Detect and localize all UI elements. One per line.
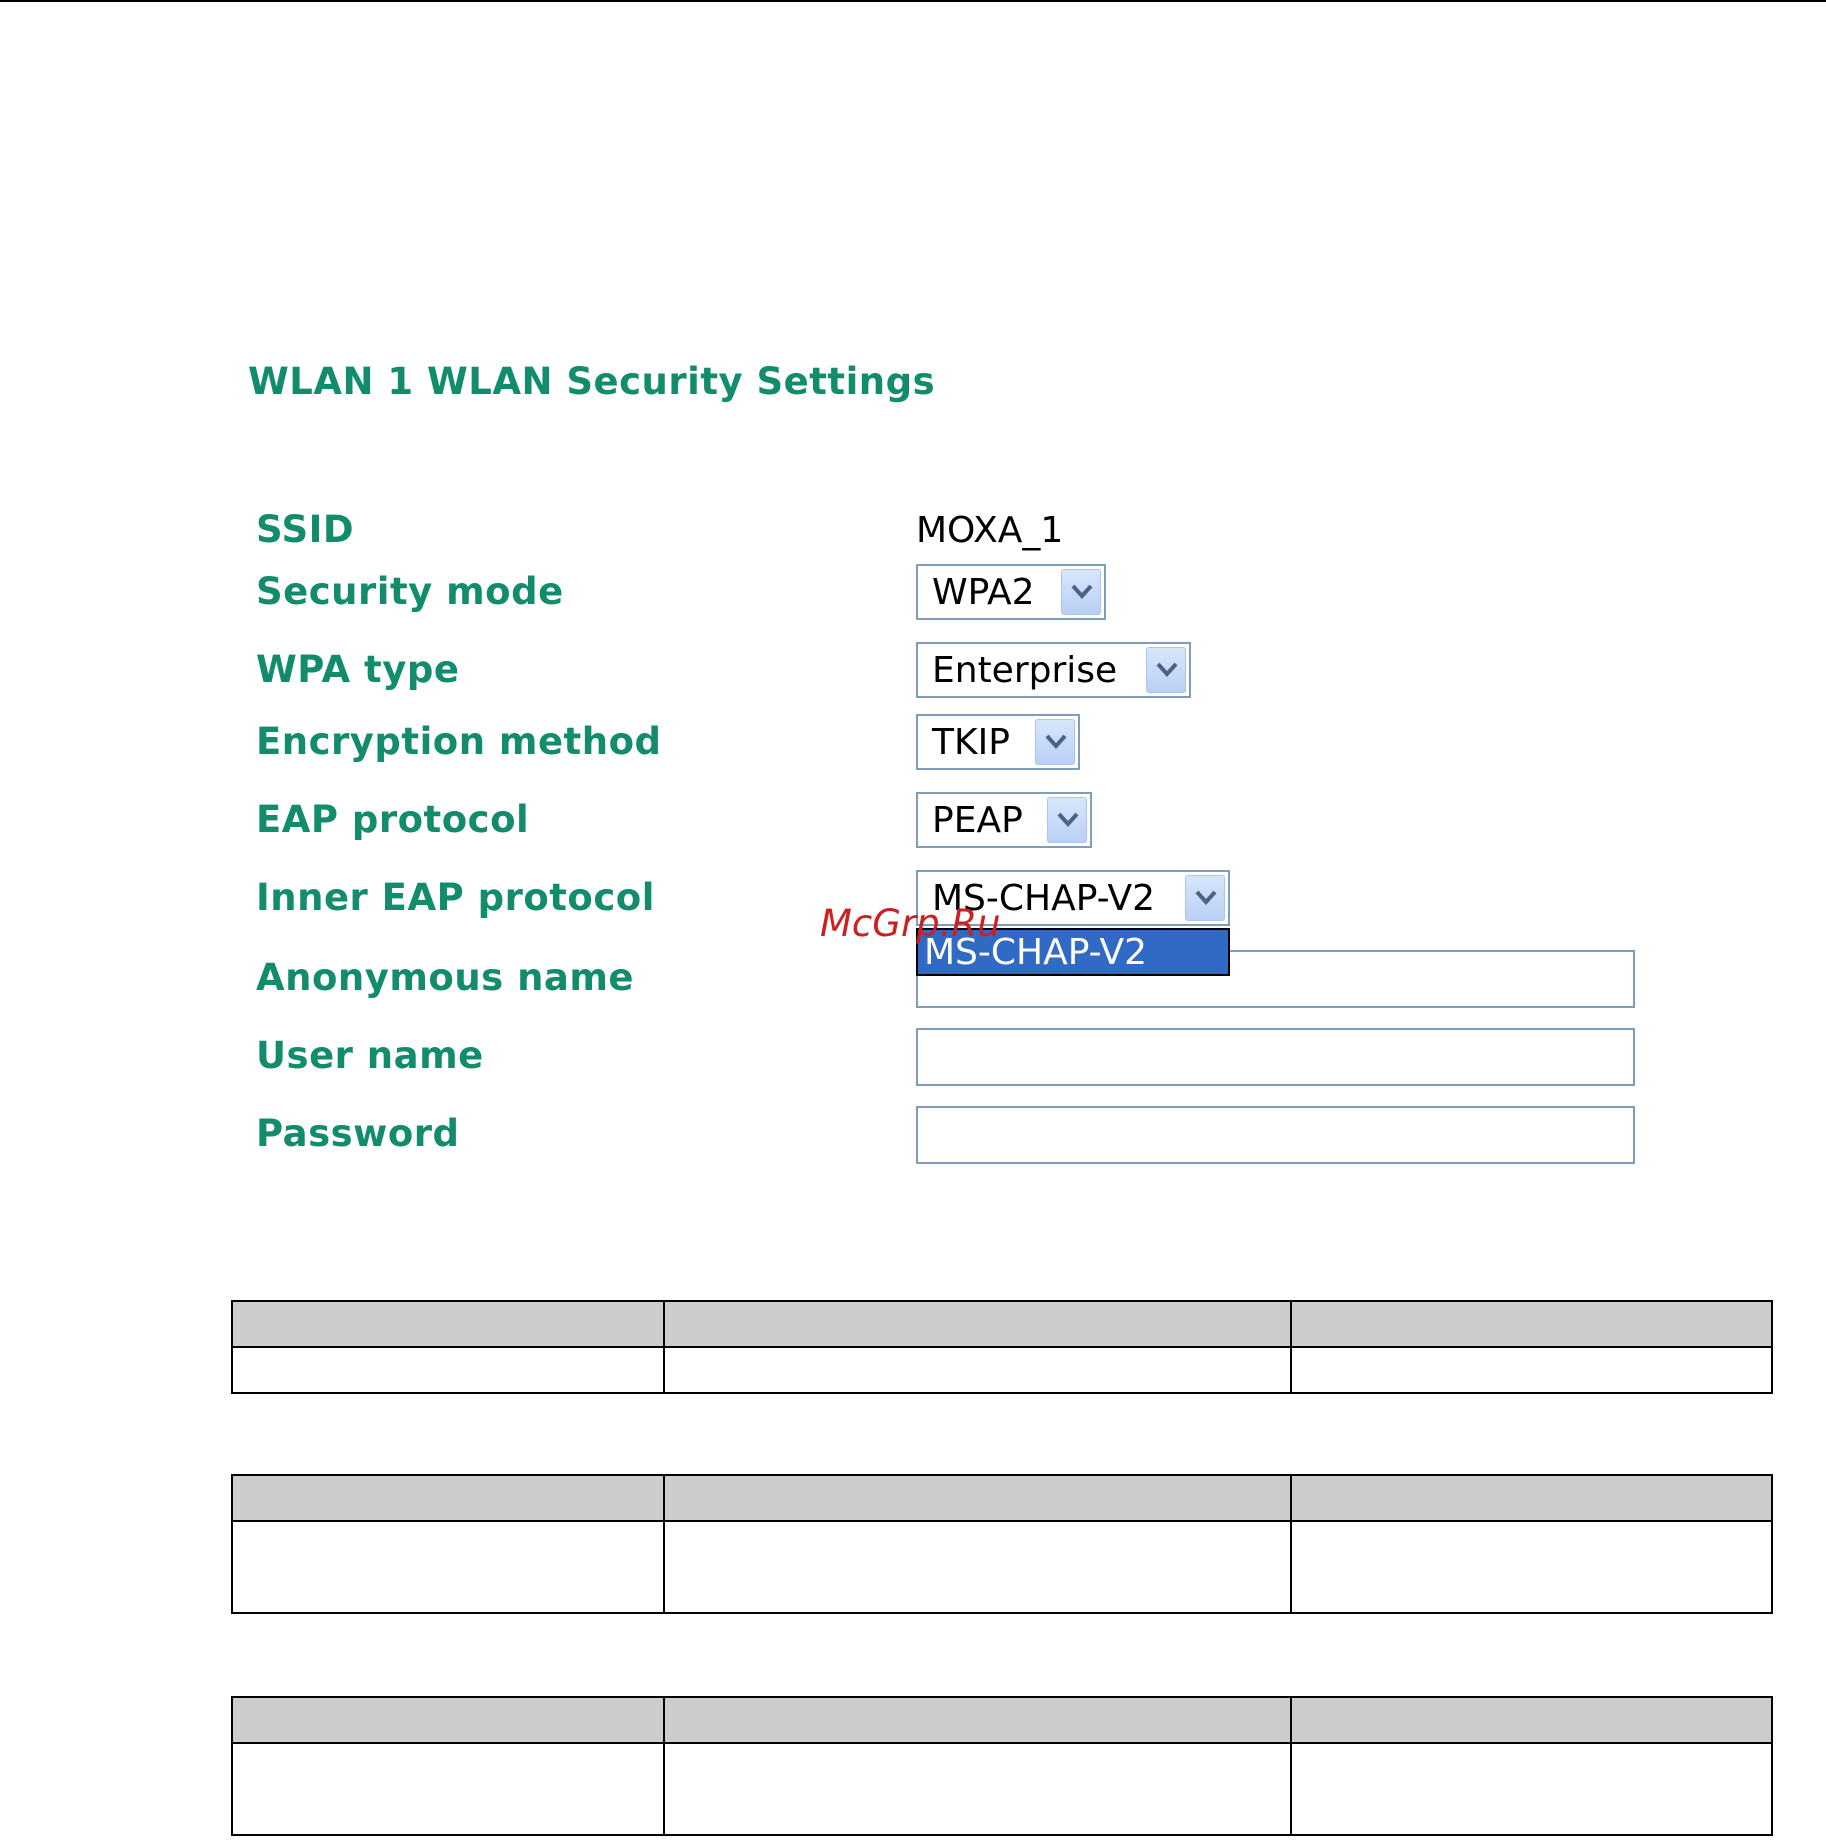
table-header-row xyxy=(231,1474,1773,1522)
chevron-down-icon[interactable] xyxy=(1061,569,1101,615)
table-2 xyxy=(231,1474,1773,1614)
table-header-row xyxy=(231,1300,1773,1348)
chevron-down-icon[interactable] xyxy=(1047,797,1087,843)
inner-eap-protocol-label: Inner EAP protocol xyxy=(256,876,655,919)
table-1 xyxy=(231,1300,1773,1394)
user-name-input[interactable] xyxy=(916,1028,1635,1086)
security-mode-label: Security mode xyxy=(256,570,564,613)
chevron-down-icon[interactable] xyxy=(1035,719,1075,765)
top-rule xyxy=(0,0,1826,2)
ssid-label: SSID xyxy=(256,508,355,551)
page-title: WLAN 1 WLAN Security Settings xyxy=(248,360,936,403)
eap-protocol-select[interactable]: PEAP xyxy=(916,792,1092,848)
user-name-label: User name xyxy=(256,1034,484,1077)
chevron-down-icon[interactable] xyxy=(1146,647,1186,693)
table-header-row xyxy=(231,1696,1773,1744)
security-mode-selected: WPA2 xyxy=(932,572,1035,613)
ssid-value: MOXA_1 xyxy=(916,510,1064,551)
eap-protocol-selected: PEAP xyxy=(932,800,1023,841)
security-mode-select[interactable]: WPA2 xyxy=(916,564,1106,620)
table-row xyxy=(231,1742,1773,1836)
wpa-type-select[interactable]: Enterprise xyxy=(916,642,1191,698)
chevron-down-icon[interactable] xyxy=(1185,875,1225,921)
eap-protocol-label: EAP protocol xyxy=(256,798,530,841)
table-row xyxy=(231,1346,1773,1394)
password-input[interactable] xyxy=(916,1106,1635,1164)
encryption-method-label: Encryption method xyxy=(256,720,662,763)
password-label: Password xyxy=(256,1112,460,1155)
wpa-type-label: WPA type xyxy=(256,648,460,691)
anonymous-name-label: Anonymous name xyxy=(256,956,635,999)
table-3 xyxy=(231,1696,1773,1836)
wpa-type-selected: Enterprise xyxy=(932,650,1118,691)
watermark: McGrp.Ru xyxy=(820,902,1001,945)
encryption-method-selected: TKIP xyxy=(932,722,1010,763)
encryption-method-select[interactable]: TKIP xyxy=(916,714,1080,770)
table-row xyxy=(231,1520,1773,1614)
